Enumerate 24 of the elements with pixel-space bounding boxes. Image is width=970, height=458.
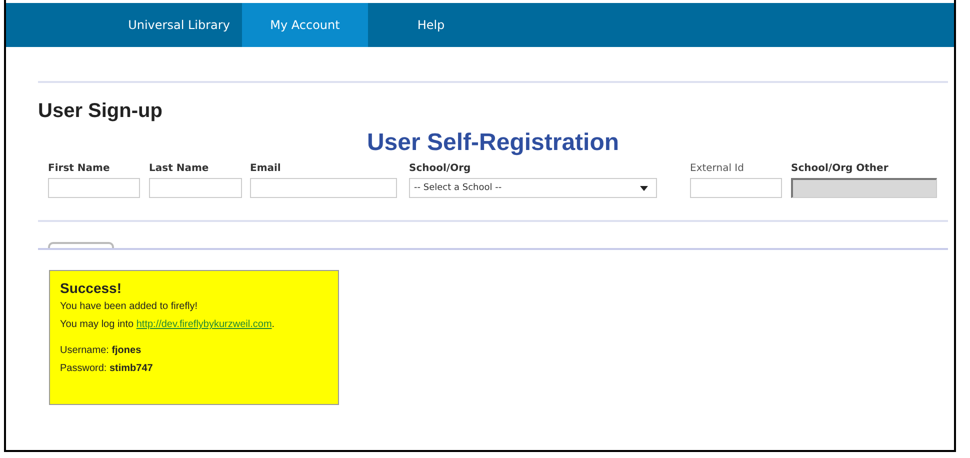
field-label: Last Name [149, 163, 210, 174]
nav-tab[interactable]: Universal Library [116, 3, 242, 47]
password-text: Password: stimb747 [60, 362, 154, 376]
username-text: Username: fjones [60, 344, 142, 358]
message-title: Success! [60, 280, 122, 296]
nav-tab[interactable]: Help [368, 3, 494, 47]
field-label: First Name [48, 163, 111, 174]
field-label: Email [250, 163, 282, 174]
message-text: You may log into http://dev.fireflybykurzweil.com. [60, 318, 276, 332]
input-field[interactable] [48, 178, 140, 198]
site-link[interactable]: http://dev.fireflybykurzweil.com [136, 319, 272, 330]
nav-tab[interactable]: My Account [242, 3, 368, 47]
page-title: User Sign-up [38, 100, 164, 123]
input-field[interactable] [250, 178, 397, 198]
field-label: School/Org Other [791, 163, 890, 174]
caret-icon [640, 186, 648, 190]
field-label: External Id [690, 163, 745, 174]
message-text: You have been added to firefly! [60, 300, 199, 314]
input-field[interactable] [690, 178, 782, 198]
blank-tab[interactable] [48, 242, 114, 248]
field-label: School/Org [409, 163, 472, 174]
input-field[interactable] [149, 178, 242, 198]
form-heading: User Self-Registration [366, 129, 620, 157]
school-dropdown[interactable]: -- Select a School -- [409, 178, 657, 198]
